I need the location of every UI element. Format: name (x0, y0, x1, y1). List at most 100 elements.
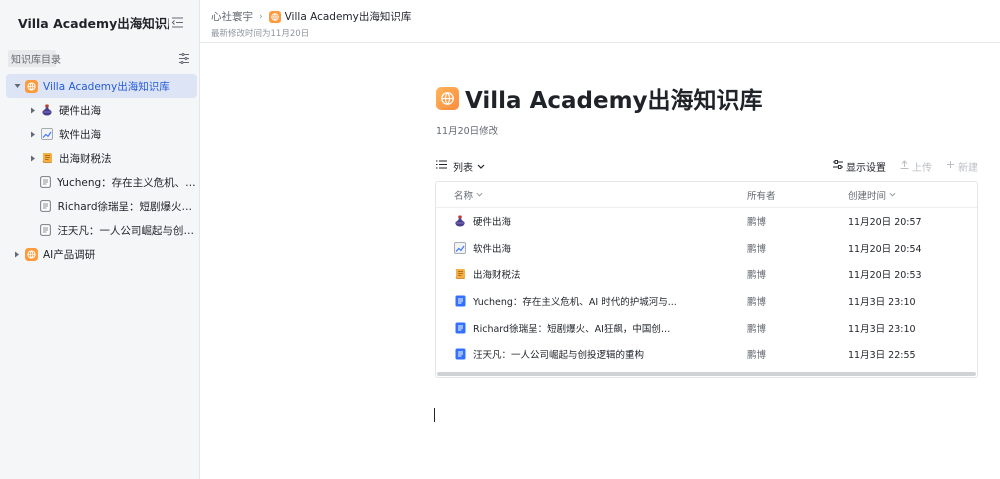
plus-icon (946, 160, 955, 172)
column-created-label: 创建时间 (848, 190, 887, 202)
breadcrumb-current[interactable]: Villa Academy出海知识库 (268, 9, 412, 24)
row-created: 11月3日 23:10 (848, 297, 916, 309)
sidebar-item[interactable]: 出海财税法 (6, 146, 197, 170)
top-bar: 心社寰宇 › Villa Academy出海知识库 最新修改时间为11月20日 (200, 0, 1000, 43)
text-cursor (434, 408, 435, 422)
column-header-created[interactable]: 创建时间 (848, 188, 977, 202)
row-owner: 鹏博 (747, 217, 767, 229)
display-settings-label: 显示设置 (846, 162, 886, 174)
chevron-right-icon: › (259, 11, 263, 22)
collapse-sidebar-icon[interactable] (169, 14, 185, 30)
chevron-down-icon (476, 189, 483, 200)
sidebar: Villa Academy出海知识库 知识库目录 Villa Academy出海… (0, 0, 200, 479)
sidebar-item-label: Villa Academy出海知识库 (43, 80, 170, 93)
doc-icon (454, 295, 466, 307)
caret-right-icon[interactable] (26, 107, 40, 114)
cell-name[interactable]: Yucheng：存在主义危机、AI 时代的护城河与... (436, 294, 747, 308)
row-owner: 鹏博 (747, 270, 767, 282)
sidebar-item[interactable]: Yucheng：存在主义危机、AI 时... (6, 170, 197, 194)
sidebar-item-label: 硬件出海 (59, 104, 101, 117)
cell-name[interactable]: 软件出海 (436, 241, 747, 255)
table-row[interactable]: Yucheng：存在主义危机、AI 时代的护城河与... 鹏博 11月3日 23:1… (436, 288, 977, 315)
list-icon (436, 160, 447, 172)
file-table: 名称 所有者 创建时间 硬件出海 鹏博 11月20日 20:57 软件出海 鹏博 11月2… (435, 181, 978, 378)
sidebar-item[interactable]: Richard徐瑞呈：短剧爆火、AI... (6, 194, 197, 218)
sidebar-header: Villa Academy出海知识库 (0, 0, 199, 44)
caret-right-icon[interactable] (26, 131, 40, 138)
scroll-icon (454, 268, 466, 280)
page-title: Villa Academy出海知识库 (436, 81, 763, 115)
view-mode-dropdown[interactable]: 列表 (436, 159, 485, 174)
breadcrumb-current-label: Villa Academy出海知识库 (284, 11, 412, 23)
caret-down-icon[interactable] (10, 83, 24, 89)
table-row[interactable]: 硬件出海 鹏博 11月20日 20:57 (436, 208, 977, 235)
row-created: 11月20日 20:54 (848, 243, 922, 255)
row-created: 11月3日 23:10 (848, 323, 916, 335)
view-mode-label: 列表 (453, 162, 473, 174)
table-row[interactable]: Richard徐瑞呈：短剧爆火、AI狂飙，中国创始... 鹏博 11月3日 23:1… (436, 314, 977, 341)
doc-icon (38, 175, 52, 189)
cell-name[interactable]: 硬件出海 (436, 214, 747, 228)
row-owner: 鹏博 (747, 350, 767, 362)
doc-icon (454, 348, 466, 360)
potion-icon (40, 103, 54, 117)
row-owner: 鹏博 (747, 323, 767, 335)
globe-icon (24, 79, 38, 93)
table-header: 名称 所有者 创建时间 (436, 182, 977, 208)
column-header-name[interactable]: 名称 (436, 188, 747, 202)
sidebar-item[interactable]: 软件出海 (6, 122, 197, 146)
doc-icon (38, 223, 52, 237)
upload-label: 上传 (912, 162, 932, 174)
column-name-label: 名称 (454, 190, 474, 202)
chevron-down-icon (477, 161, 485, 172)
modified-date: 11月20日修改 (436, 126, 499, 137)
sidebar-item-label: Richard徐瑞呈：短剧爆火、AI... (57, 200, 197, 213)
chart-icon (40, 127, 54, 141)
table-row[interactable]: 汪天凡：一人公司崛起与创投逻辑的重构 鹏博 11月3日 22:55 (436, 341, 977, 368)
sidebar-item[interactable]: 硬件出海 (6, 98, 197, 122)
settings-sliders-icon (833, 160, 843, 172)
sidebar-item[interactable]: AI产品调研 (6, 242, 197, 266)
breadcrumb-root[interactable]: 心社寰宇 (211, 9, 253, 24)
globe-icon (268, 10, 281, 23)
row-owner: 鹏博 (747, 297, 767, 309)
row-name: 出海财税法 (473, 270, 521, 282)
main-content: Villa Academy出海知识库 11月20日修改 列表 显示设置 上传 新… (200, 44, 1000, 479)
caret-right-icon[interactable] (26, 155, 40, 162)
table-row[interactable]: 软件出海 鹏博 11月20日 20:54 (436, 235, 977, 262)
tree-settings-icon[interactable] (177, 51, 191, 65)
chart-icon (454, 241, 466, 254)
table-body: 硬件出海 鹏博 11月20日 20:57 软件出海 鹏博 11月20日 20:54 出海财税… (436, 208, 977, 368)
sidebar-item[interactable]: Villa Academy出海知识库 (6, 74, 197, 98)
row-name: Richard徐瑞呈：短剧爆火、AI狂飙，中国创始... (473, 323, 678, 335)
sidebar-item-label: 汪天凡：一人公司崛起与创投逻... (57, 224, 197, 237)
cell-name[interactable]: 出海财税法 (436, 267, 747, 281)
sidebar-item[interactable]: 汪天凡：一人公司崛起与创投逻... (6, 218, 197, 242)
row-name: 硬件出海 (473, 217, 512, 229)
doc-icon (39, 199, 53, 213)
globe-icon (24, 247, 38, 261)
sidebar-section: 知识库目录 (0, 46, 199, 70)
sidebar-item-label: 软件出海 (59, 128, 101, 141)
row-owner: 鹏博 (747, 243, 767, 255)
upload-button[interactable]: 上传 (900, 159, 932, 174)
sidebar-title: Villa Academy出海知识库 (18, 15, 169, 31)
column-header-owner: 所有者 (747, 188, 848, 202)
page-title-text: Villa Academy出海知识库 (465, 88, 763, 114)
row-name: 软件出海 (473, 243, 512, 255)
table-row[interactable]: 出海财税法 鹏博 11月20日 20:53 (436, 261, 977, 288)
breadcrumb: 心社寰宇 › Villa Academy出海知识库 (211, 9, 1000, 24)
column-owner-label: 所有者 (747, 190, 776, 202)
sidebar-item-label: Yucheng：存在主义危机、AI 时... (57, 176, 197, 189)
display-settings-button[interactable]: 显示设置 (833, 159, 886, 174)
row-created: 11月20日 20:53 (848, 270, 922, 282)
horizontal-scrollbar[interactable] (437, 371, 976, 376)
doc-icon (454, 322, 466, 334)
new-button[interactable]: 新建 (946, 159, 978, 174)
caret-right-icon[interactable] (10, 251, 24, 258)
last-modified-text: 最新修改时间为11月20日 (211, 29, 310, 39)
potion-icon (454, 215, 466, 227)
cell-name[interactable]: 汪天凡：一人公司崛起与创投逻辑的重构 (436, 347, 747, 361)
globe-icon (436, 86, 459, 110)
cell-name[interactable]: Richard徐瑞呈：短剧爆火、AI狂飙，中国创始... (436, 321, 747, 335)
